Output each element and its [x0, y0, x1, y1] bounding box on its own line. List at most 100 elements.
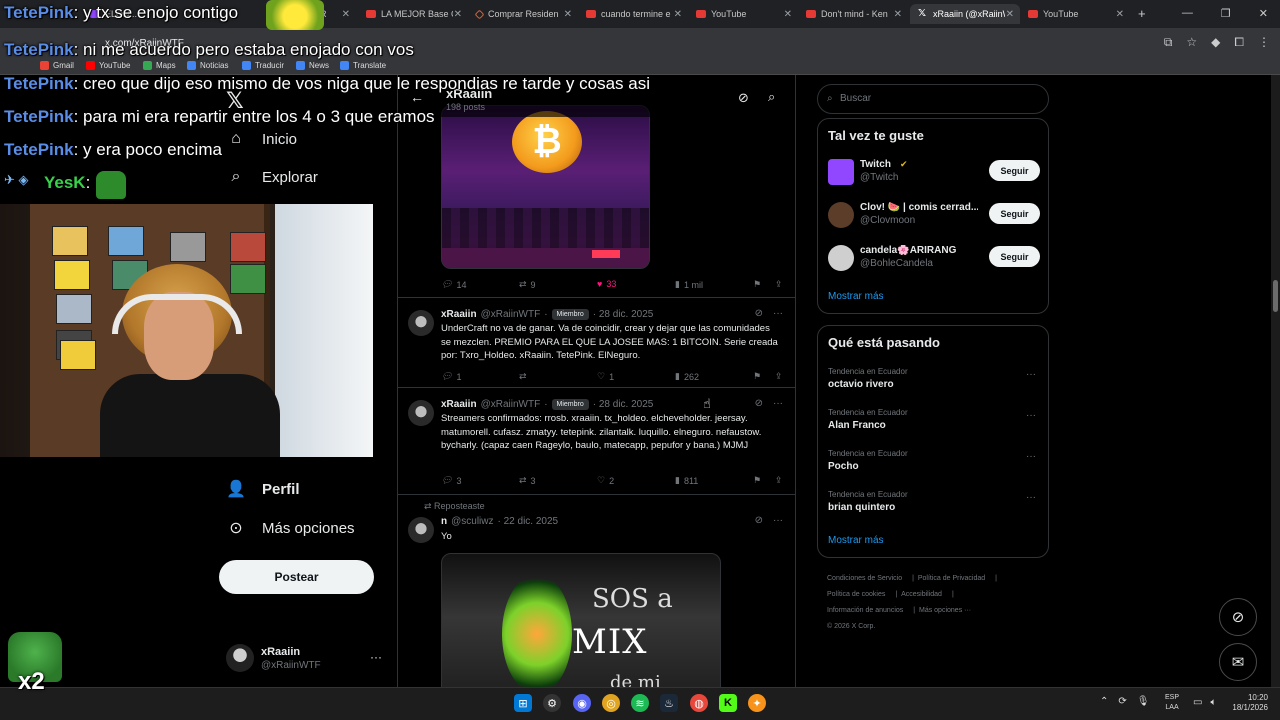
trend-item[interactable]: Tendencia en Ecuador Alan Franco ···: [828, 408, 1040, 438]
tweet[interactable]: xRaaiin @xRaiinWTF · Miembro · 28 dic. 2…: [398, 297, 795, 387]
close-tab-icon[interactable]: ✕: [454, 9, 462, 20]
tab-3[interactable]: Comprar Residen ✕: [468, 4, 578, 24]
windows-start-icon[interactable]: ⊞: [514, 694, 532, 712]
tweet[interactable]: xRaaiin @xRaiinWTF · Miembro · 28 dic. 2…: [398, 387, 795, 494]
show-more-link[interactable]: Mostrar más: [828, 291, 884, 302]
new-tab-icon[interactable]: +: [1138, 6, 1146, 21]
more-icon[interactable]: ···: [370, 650, 382, 664]
more-icon[interactable]: ···: [1026, 369, 1036, 380]
bookmark-translate[interactable]: Translate: [340, 61, 386, 70]
footer-link[interactable]: Accesibilidad: [901, 591, 942, 598]
footer-link[interactable]: Política de cookies: [827, 591, 885, 598]
microphone-icon[interactable]: 🎙︎: [1137, 696, 1150, 707]
post-button[interactable]: Postear: [219, 560, 374, 594]
footer-link[interactable]: Más opciones ···: [919, 607, 971, 614]
follow-button[interactable]: Seguir: [989, 160, 1040, 181]
minimize-icon[interactable]: —: [1182, 7, 1193, 20]
more-icon[interactable]: ···: [773, 308, 783, 319]
bookmark-gmail[interactable]: Gmail: [40, 61, 74, 70]
close-tab-icon[interactable]: ✕: [564, 9, 572, 20]
like-button[interactable]: ♡ 1: [597, 371, 614, 382]
suggestion-item[interactable]: Twitch ✔ @Twitch Seguir: [828, 157, 1040, 187]
messages-fab-icon[interactable]: ✉: [1219, 643, 1257, 681]
puzzle-icon[interactable]: ⧠: [1234, 35, 1244, 50]
close-tab-icon[interactable]: ✕: [894, 9, 902, 20]
views-button[interactable]: ▮ 811: [675, 475, 698, 486]
extension-icon[interactable]: ◆: [1211, 35, 1220, 50]
footer-link[interactable]: Información de anuncios: [827, 607, 903, 614]
like-button[interactable]: ♡ 2: [597, 475, 614, 486]
tab-5[interactable]: YouTube ✕: [688, 4, 798, 24]
grok-icon[interactable]: ⊘: [755, 308, 763, 319]
bookmark-icon[interactable]: ⚑: [753, 475, 761, 486]
bookmark-noticias[interactable]: Noticias: [187, 61, 228, 70]
more-icon[interactable]: ···: [1026, 492, 1036, 503]
nav-more-options[interactable]: ⊙ Más opciones: [226, 518, 354, 538]
repost-button[interactable]: ⇄: [519, 371, 531, 382]
volume-icon[interactable]: 🔈︎: [1210, 697, 1216, 708]
show-more-link[interactable]: Mostrar más: [828, 535, 884, 546]
share-icon[interactable]: ⇪: [775, 475, 783, 486]
nav-explore[interactable]: ⌕ Explorar: [226, 168, 318, 186]
more-icon[interactable]: ···: [773, 398, 783, 409]
grok-fab-icon[interactable]: ⊘: [1219, 598, 1257, 636]
install-icon[interactable]: ⧉: [1164, 35, 1173, 50]
sync-icon[interactable]: ⟳: [1118, 696, 1126, 707]
chrome-icon[interactable]: ◎: [602, 694, 620, 712]
tab-8[interactable]: YouTube ✕: [1020, 4, 1130, 24]
footer-link[interactable]: Condiciones de Servicio: [827, 575, 902, 582]
views-button[interactable]: ▮ 1 mil: [675, 279, 703, 290]
share-icon[interactable]: ⇪: [775, 279, 783, 290]
tab-7-active[interactable]: 𝕏xRaaiin (@xRaiinW ✕: [910, 4, 1020, 24]
views-button[interactable]: ▮ 262: [675, 371, 699, 382]
bitcoin-pixel-art-image[interactable]: ₿: [441, 105, 650, 269]
bookmark-news[interactable]: News: [296, 61, 329, 70]
grok-icon[interactable]: ⊘: [738, 90, 749, 106]
steam-icon[interactable]: ♨: [660, 694, 678, 712]
follow-button[interactable]: Seguir: [989, 203, 1040, 224]
maximize-icon[interactable]: ❐: [1221, 7, 1231, 20]
search-input[interactable]: ⌕ Buscar: [817, 84, 1049, 114]
footer-link[interactable]: Política de Privacidad: [918, 575, 985, 582]
trend-item[interactable]: Tendencia en Ecuador Pocho ···: [828, 449, 1040, 479]
follow-button[interactable]: Seguir: [989, 246, 1040, 267]
close-window-icon[interactable]: ✕: [1259, 7, 1268, 20]
bookmark-youtube[interactable]: YouTube: [86, 61, 130, 70]
more-icon[interactable]: ···: [773, 515, 783, 526]
scrollbar[interactable]: [1271, 75, 1280, 687]
mix-cover-image[interactable]: SOS a MIX de mi: [441, 553, 721, 687]
reply-button[interactable]: 💬︎ 1: [441, 371, 461, 382]
account-switcher[interactable]: xRaaiin @xRaiinWTF ···: [226, 642, 386, 676]
close-tab-icon[interactable]: ✕: [674, 9, 682, 20]
clock[interactable]: 10:20 18/1/2026: [1226, 693, 1268, 713]
bookmark-maps[interactable]: Maps: [143, 61, 176, 70]
bookmark-icon[interactable]: ⚑: [753, 371, 761, 382]
monitor-icon[interactable]: ▭: [1193, 697, 1202, 708]
chevron-up-icon[interactable]: ⌃: [1100, 696, 1108, 707]
reply-button[interactable]: 💬︎ 14: [441, 279, 466, 290]
grok-icon[interactable]: ⊘: [755, 398, 763, 409]
close-tab-icon[interactable]: ✕: [342, 9, 350, 20]
like-button[interactable]: ♥ 33: [597, 279, 616, 289]
repost-button[interactable]: ⇄ 9: [519, 279, 536, 290]
close-tab-icon[interactable]: ✕: [1116, 9, 1124, 20]
star-icon[interactable]: ☆: [1186, 35, 1197, 50]
nav-home[interactable]: ⌂ Inicio: [226, 130, 297, 148]
opera-icon[interactable]: ◍: [690, 694, 708, 712]
app-icon[interactable]: ✦: [748, 694, 766, 712]
discord-icon[interactable]: ◉: [573, 694, 591, 712]
suggestion-item[interactable]: candela🌸ARIRANG @BohleCandela Seguir: [828, 243, 1040, 273]
kick-icon[interactable]: K: [719, 694, 737, 712]
share-icon[interactable]: ⇪: [775, 371, 783, 382]
bookmark-icon[interactable]: ⚑: [753, 279, 761, 290]
bookmark-traducir[interactable]: Traducir: [242, 61, 284, 70]
grok-icon[interactable]: ⊘: [755, 515, 763, 526]
reply-button[interactable]: 💬︎ 3: [441, 475, 461, 486]
settings-icon[interactable]: ⚙: [543, 694, 561, 712]
nav-profile[interactable]: 👤 Perfil: [226, 479, 299, 499]
trend-item[interactable]: Tendencia en Ecuador octavio rivero ···: [828, 367, 1040, 397]
repost-button[interactable]: ⇄ 3: [519, 475, 536, 486]
menu-icon[interactable]: ⋮: [1258, 35, 1270, 50]
search-icon[interactable]: ⌕: [768, 89, 775, 105]
tab-6[interactable]: Don't mind - Ken ✕: [798, 4, 908, 24]
